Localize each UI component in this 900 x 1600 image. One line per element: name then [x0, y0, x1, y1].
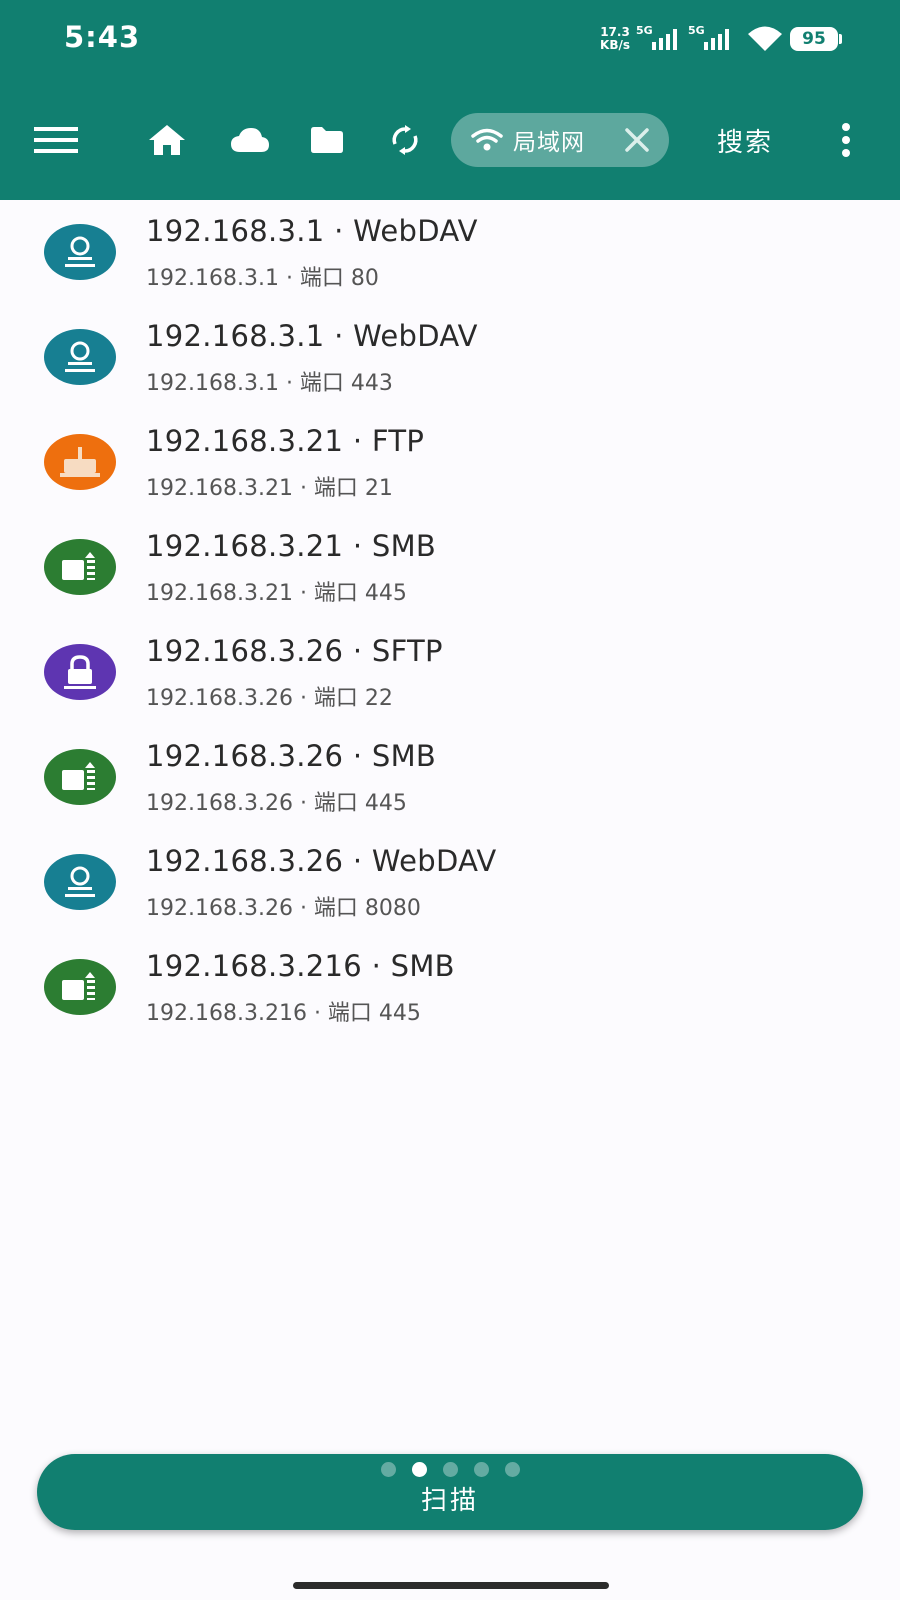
status-bar: 5:43 17.3 KB/s 5G 5G 95 [0, 0, 900, 80]
server-subtitle: 192.168.3.26 · 端口 8080 [146, 896, 421, 921]
signal-bars-icon [704, 29, 729, 50]
page-indicator-dot [473, 1462, 489, 1477]
server-subtitle: 192.168.3.1 · 端口 443 [146, 371, 393, 396]
server-title: 192.168.3.1 · WebDAV [146, 214, 478, 248]
network-speed-unit: KB/s [600, 38, 630, 52]
hamburger-menu-icon [34, 127, 78, 153]
server-list-item[interactable]: 192.168.3.1 · WebDAV 192.168.3.1 · 端口 80 [0, 200, 900, 305]
gesture-home-bar[interactable] [293, 1582, 609, 1589]
home-button[interactable] [142, 100, 192, 180]
page-indicator-dot [411, 1462, 427, 1477]
server-subtitle: 192.168.3.26 · 端口 22 [146, 686, 393, 711]
scan-button[interactable]: 扫描 [37, 1454, 863, 1530]
webdav-icon [65, 866, 95, 897]
battery-indicator: 95 [790, 27, 842, 51]
scan-button-label: 扫描 [420, 1486, 479, 1516]
page-indicator [37, 1462, 863, 1477]
sim1-signal: 5G [636, 24, 684, 54]
smb-share-icon [62, 972, 95, 1000]
menu-button[interactable] [30, 100, 82, 180]
search-button[interactable]: 搜索 [700, 100, 790, 180]
server-title: 192.168.3.1 · WebDAV [146, 319, 478, 353]
server-title: 192.168.3.26 · WebDAV [146, 844, 497, 878]
cloud-button[interactable] [224, 100, 276, 180]
smb-share-icon [62, 552, 95, 580]
server-title: 192.168.3.21 · SMB [146, 529, 437, 563]
lan-filter-label: 局域网 [513, 130, 585, 156]
wifi-icon [471, 128, 503, 151]
smb-avatar [44, 959, 116, 1015]
clear-filter-button[interactable] [623, 126, 651, 154]
more-vert-icon [842, 123, 850, 157]
folder-icon [311, 127, 343, 153]
ftp-icon [60, 447, 100, 477]
webdav-avatar [44, 224, 116, 280]
server-subtitle: 192.168.3.26 · 端口 445 [146, 791, 407, 816]
server-list-item[interactable]: 192.168.3.26 · SFTP 192.168.3.26 · 端口 22 [0, 620, 900, 725]
home-icon [149, 125, 185, 155]
server-subtitle: 192.168.3.21 · 端口 21 [146, 476, 393, 501]
close-icon [625, 128, 649, 152]
server-subtitle: 192.168.3.21 · 端口 445 [146, 581, 407, 606]
smb-share-icon [62, 762, 95, 790]
server-title: 192.168.3.216 · SMB [146, 949, 455, 983]
server-list-item[interactable]: 192.168.3.26 · WebDAV 192.168.3.26 · 端口 … [0, 830, 900, 935]
server-list-item[interactable]: 192.168.3.216 · SMB 192.168.3.216 · 端口 4… [0, 935, 900, 1040]
more-options-button[interactable] [826, 100, 866, 180]
webdav-icon [65, 341, 95, 372]
page-indicator-dot [504, 1462, 520, 1477]
webdav-icon [65, 236, 95, 267]
server-title: 192.168.3.26 · SMB [146, 739, 437, 773]
server-title: 192.168.3.26 · SFTP [146, 634, 443, 668]
sftp-avatar [44, 644, 116, 700]
server-title: 192.168.3.21 · FTP [146, 424, 425, 458]
server-list: 192.168.3.1 · WebDAV 192.168.3.1 · 端口 80… [0, 200, 900, 1040]
toolbar: 局域网 搜索 [0, 100, 900, 180]
smb-avatar [44, 539, 116, 595]
webdav-avatar [44, 854, 116, 910]
lock-icon [64, 655, 96, 689]
sim2-signal: 5G [688, 24, 736, 54]
page-indicator-dot [380, 1462, 396, 1477]
server-list-item[interactable]: 192.168.3.26 · SMB 192.168.3.26 · 端口 445 [0, 725, 900, 830]
smb-avatar [44, 749, 116, 805]
sync-icon [392, 125, 418, 155]
folder-button[interactable] [302, 100, 352, 180]
server-subtitle: 192.168.3.1 · 端口 80 [146, 266, 379, 291]
page-indicator-dot [442, 1462, 458, 1477]
battery-level: 95 [802, 29, 826, 49]
network-speed: 17.3 KB/s [600, 26, 630, 52]
lan-filter-chip[interactable]: 局域网 [451, 113, 669, 167]
sync-button[interactable] [380, 100, 430, 180]
ftp-avatar [44, 434, 116, 490]
wifi-status-icon [748, 26, 782, 51]
server-list-item[interactable]: 192.168.3.21 · FTP 192.168.3.21 · 端口 21 [0, 410, 900, 515]
signal-bars-icon [652, 29, 677, 50]
cloud-icon [231, 128, 269, 152]
server-subtitle: 192.168.3.216 · 端口 445 [146, 1001, 421, 1026]
status-time: 5:43 [64, 20, 141, 54]
webdav-avatar [44, 329, 116, 385]
app-bar: 5:43 17.3 KB/s 5G 5G 95 局域网 搜索 [0, 0, 900, 200]
server-list-item[interactable]: 192.168.3.21 · SMB 192.168.3.21 · 端口 445 [0, 515, 900, 620]
server-list-item[interactable]: 192.168.3.1 · WebDAV 192.168.3.1 · 端口 44… [0, 305, 900, 410]
status-icons: 17.3 KB/s 5G 5G 95 [600, 22, 842, 56]
